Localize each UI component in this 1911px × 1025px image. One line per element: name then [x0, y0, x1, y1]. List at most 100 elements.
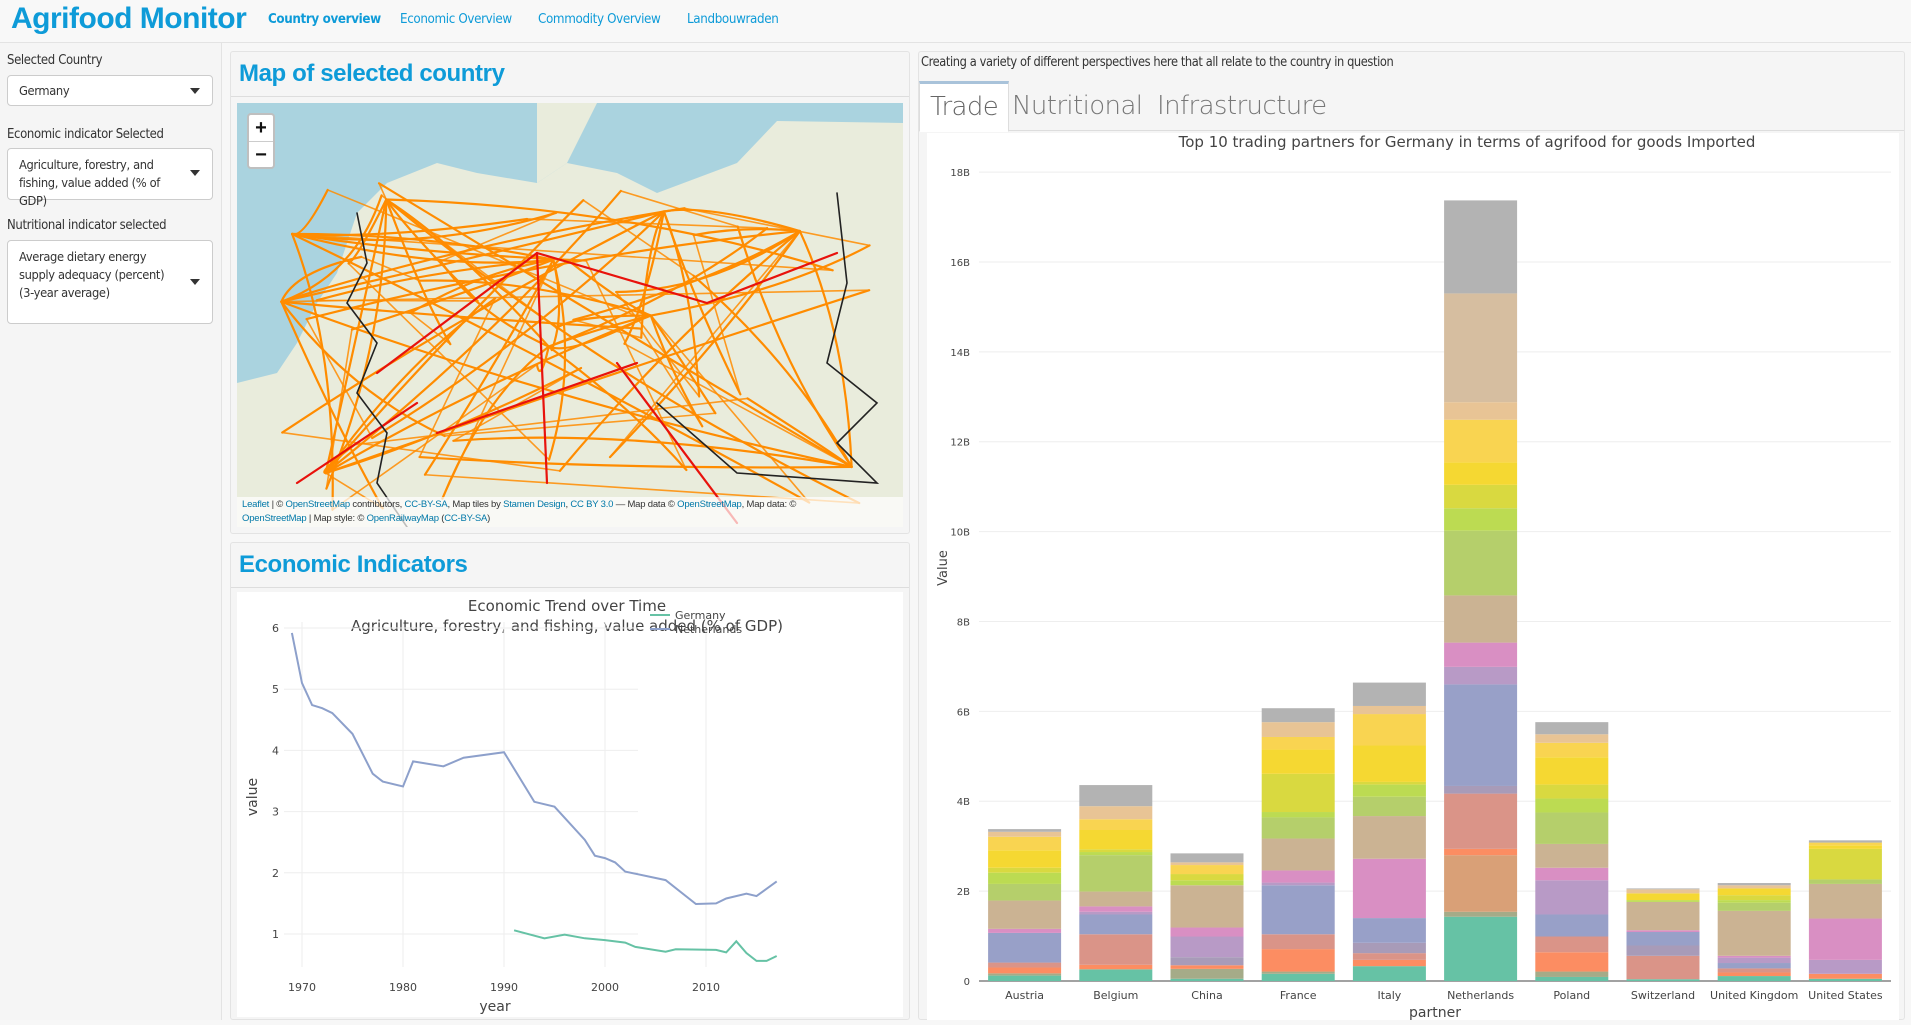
rail-line [620, 190, 739, 228]
economic-indicator-select-value: Agriculture, forestry, and fishing, valu… [19, 157, 160, 208]
rail-line [692, 234, 742, 396]
nav-link-commodity-overview[interactable]: Commodity Overview [538, 12, 661, 27]
bar-segment [1626, 900, 1700, 902]
bar-segment [1170, 978, 1244, 981]
bar-stack [1626, 888, 1700, 981]
bar-segment [1261, 722, 1335, 737]
nav-link-economic-overview[interactable]: Economic Overview [400, 12, 512, 27]
nav-link-landbouwraden[interactable]: Landbouwraden [687, 12, 779, 27]
attribution-link-cc-by-sa[interactable]: CC-BY-SA [444, 513, 487, 524]
country-select-value: Germany [19, 83, 70, 98]
bar-segment [1808, 918, 1882, 960]
bar-segment [1079, 819, 1153, 831]
y-tick-label: 6 [272, 622, 279, 635]
bar-segment [1261, 934, 1335, 950]
bar-segment [1626, 888, 1700, 890]
bar-segment [1352, 966, 1426, 981]
y-tick-label: 12B [950, 438, 970, 449]
perspective-tabs: Trade Nutritional Infrastructure [919, 81, 1904, 132]
attribution-link-cc-by[interactable]: CC BY 3.0 [570, 499, 613, 510]
bar-segment [1261, 812, 1335, 818]
nav-link-country-overview[interactable]: Country overview [268, 12, 381, 27]
tab-nutritional[interactable]: Nutritional [1002, 81, 1152, 131]
y-axis-label: value [245, 778, 261, 816]
bar-segment [1535, 798, 1609, 813]
attribution-text: , Map data: © [741, 499, 797, 510]
bar-segment [1261, 882, 1335, 886]
bar-segment [988, 872, 1062, 884]
bar-segment [1079, 785, 1153, 807]
y-tick-label: 8B [957, 617, 970, 628]
series-line-netherlands [290, 632, 778, 906]
bar-segment [1352, 959, 1426, 967]
bar-segment [1170, 880, 1244, 886]
bar-segment [1535, 936, 1609, 953]
nutritional-indicator-label: Nutritional indicator selected [7, 218, 167, 233]
bar-segment [1444, 530, 1518, 596]
y-tick-label: 10B [950, 528, 970, 539]
zoom-out-button[interactable]: − [249, 141, 273, 167]
bar-segment [1444, 855, 1518, 912]
attribution-link-openstreetmap[interactable]: OpenStreetMap [286, 499, 351, 510]
attribution-link-openstreetmap[interactable]: OpenStreetMap [242, 513, 307, 524]
bar-segment [1170, 965, 1244, 969]
attribution-text: , Map tiles by [447, 499, 504, 510]
bar-segment [988, 900, 1062, 929]
attribution-link-openrailwaymap[interactable]: OpenRailwayMap [367, 513, 439, 524]
bar-segment [1170, 957, 1244, 966]
bar-segment [1444, 684, 1518, 786]
bar-segment [1444, 785, 1518, 794]
bar-segment [1170, 968, 1244, 979]
bar-segment [1079, 914, 1153, 935]
bar-segment [1626, 932, 1700, 946]
bar-segment [1079, 830, 1153, 850]
bar-segment [1808, 883, 1882, 919]
x-tick-label: Italy [1377, 989, 1401, 1002]
bar-segment [1352, 858, 1426, 919]
bar-segment [1717, 955, 1791, 958]
zoom-in-button[interactable]: + [249, 115, 273, 141]
attribution-text: — Map data © [613, 499, 678, 510]
y-axis-label: Value [936, 550, 951, 586]
x-tick-label: 1980 [389, 981, 417, 994]
bar-segment [1626, 889, 1700, 894]
bar-segment [1535, 971, 1609, 977]
x-tick-label: Austria [1005, 989, 1044, 1002]
bar-segment [1352, 781, 1426, 785]
map-zoom-control: + − [247, 113, 275, 169]
bar-segment [1444, 848, 1518, 856]
country-map[interactable]: + − Leaflet | © OpenStreetMap contributo… [237, 103, 903, 527]
bar-segment [1079, 964, 1153, 970]
bar-segment [988, 836, 1062, 851]
bar-segment [1444, 462, 1518, 485]
rail-line [582, 199, 695, 277]
bar-segment [1079, 906, 1153, 912]
bar-segment [1352, 942, 1426, 954]
bar-segment [988, 850, 1062, 868]
nutritional-indicator-select[interactable]: Average dietary energy supply adequacy (… [7, 240, 213, 324]
attribution-link-openstreetmap[interactable]: OpenStreetMap [677, 499, 742, 510]
bar-stack [1352, 682, 1426, 981]
high-speed-line [295, 401, 419, 485]
bar-segment [1535, 812, 1609, 844]
economic-indicator-select[interactable]: Agriculture, forestry, and fishing, valu… [7, 148, 213, 208]
country-select[interactable]: Germany [7, 75, 213, 106]
economic-indicator-label: Economic indicator Selected [7, 127, 164, 142]
tab-infrastructure[interactable]: Infrastructure [1147, 81, 1337, 131]
map-tiles[interactable] [237, 103, 903, 527]
trade-partners-svg: Top 10 trading partners for Germany in t… [936, 133, 1891, 1021]
map-panel-title: Map of selected country [239, 60, 505, 87]
x-tick-label: Switzerland [1631, 989, 1695, 1002]
chevron-down-icon [190, 88, 200, 94]
attribution-link-leaflet[interactable]: Leaflet [242, 499, 269, 510]
attribution-link-cc-by-sa[interactable]: CC-BY-SA [405, 499, 448, 510]
bar-segment [988, 867, 1062, 873]
attribution-link-stamen[interactable]: Stamen Design [503, 499, 566, 510]
bar-segment [1535, 734, 1609, 743]
economic-indicators-title: Economic Indicators [239, 551, 468, 578]
tab-trade[interactable]: Trade [919, 81, 1010, 132]
bar-segment [1079, 911, 1153, 915]
x-tick-label: 2010 [692, 981, 720, 994]
bar-segment [1170, 853, 1244, 863]
bar-stack [988, 829, 1062, 981]
